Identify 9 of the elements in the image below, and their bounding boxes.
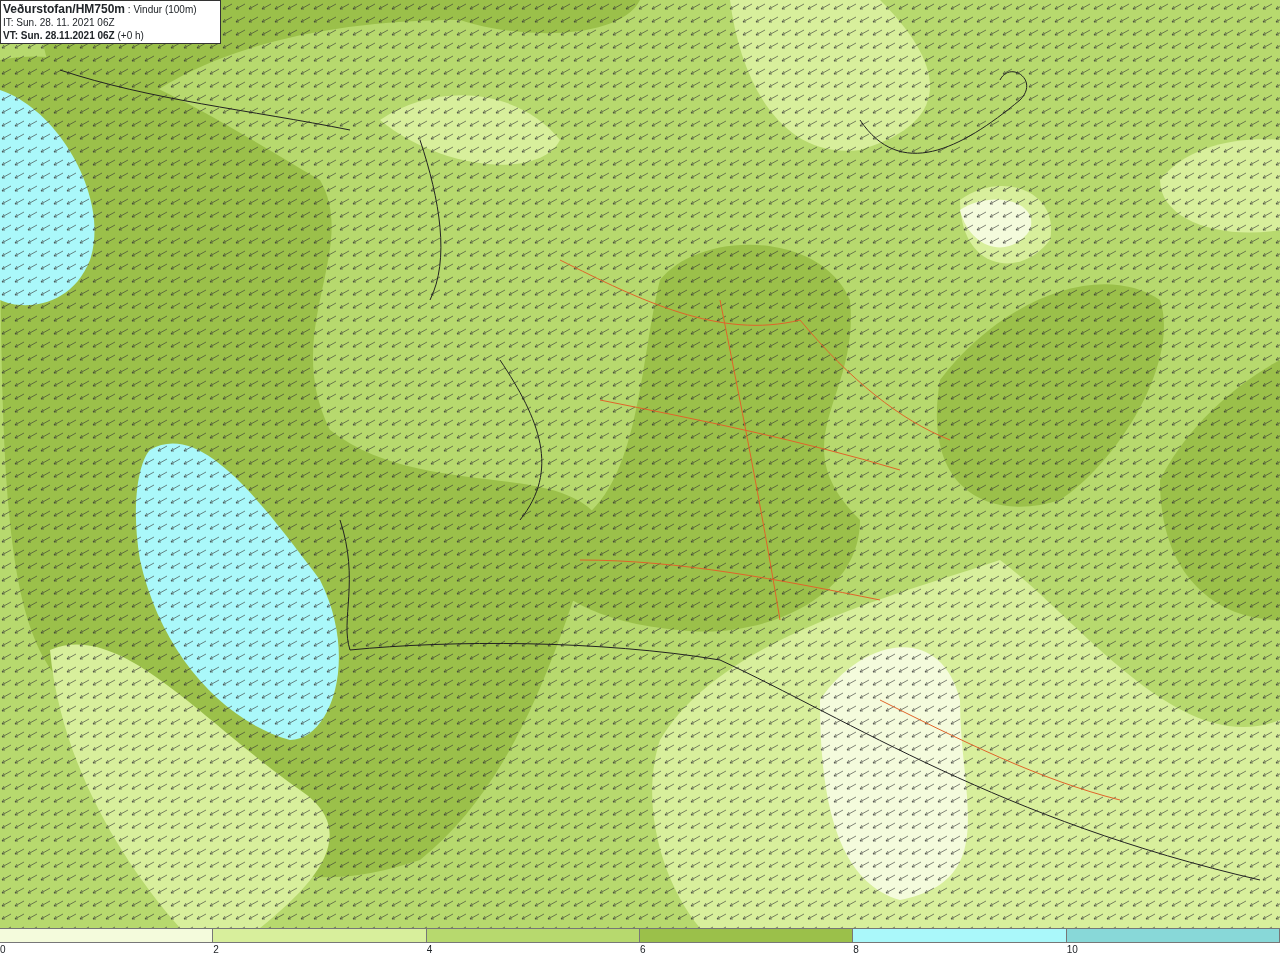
legend-label: 8 bbox=[853, 944, 859, 955]
legend-label: 10 bbox=[1066, 944, 1078, 955]
legend-label: 0 bbox=[0, 944, 6, 955]
info-line: Veðurstofan/HM750m : Vindur (100m) bbox=[3, 3, 198, 16]
legend-label: 4 bbox=[426, 944, 433, 955]
info-line: VT: Sun. 28.11.2021 06Z (+0 h) bbox=[3, 29, 145, 42]
legend-label: 2 bbox=[213, 944, 219, 955]
info-line: IT: Sun. 28. 11. 2021 06Z bbox=[3, 16, 116, 29]
legend-label: 6 bbox=[640, 944, 646, 955]
